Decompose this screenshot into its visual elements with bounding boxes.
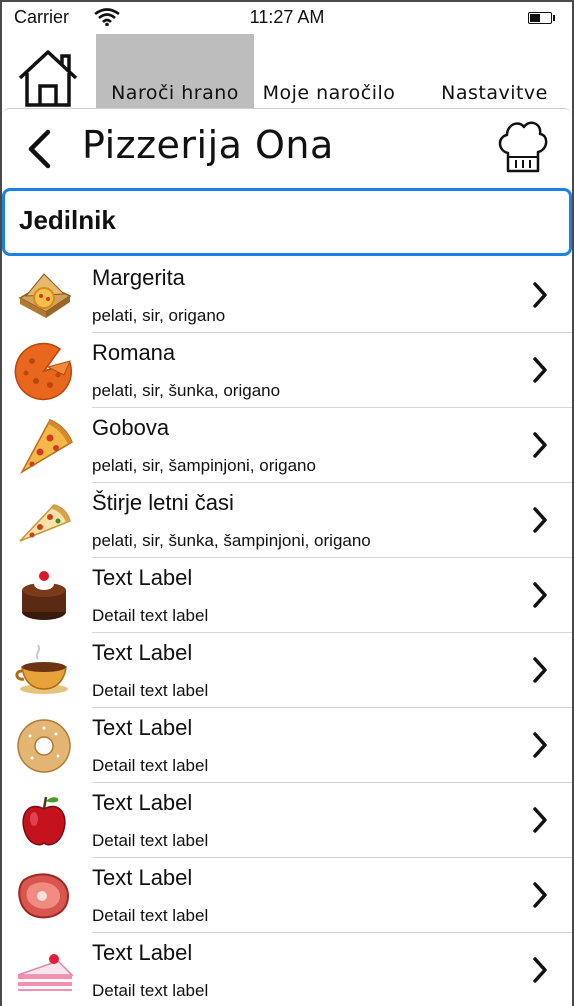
list-item[interactable]: Text Label Detail text label [2,783,572,858]
section-title: Jedilnik [19,205,116,235]
list-item[interactable]: Text Label Detail text label [2,633,572,708]
donut-icon [17,719,71,773]
pizza-box-icon [18,273,72,318]
list-item[interactable]: Text Label Detail text label [2,858,572,933]
cake-icon [22,571,66,620]
item-title: Margerita [92,265,185,290]
item-title: Text Label [92,715,193,740]
list-item[interactable]: Text Label Detail text label [2,933,572,1006]
list-item[interactable]: Gobova pelati, sir, šampinjoni, origano [2,408,572,483]
tab-label: Moje naročilo [262,82,396,104]
chevron-right-icon [533,807,547,833]
item-detail: pelati, sir, origano [92,306,226,325]
item-detail: Detail text label [92,681,209,700]
cake-slice-icon [17,954,74,991]
home-icon[interactable] [16,48,80,108]
section-header: Jedilnik [2,188,572,256]
item-detail: Detail text label [92,981,209,1000]
status-bar: Carrier 11:27 AM [2,2,572,32]
pizza-slice-icon [20,419,73,475]
tab-moje-narocilo[interactable]: Moje naročilo [254,34,404,108]
pizza-pie-icon [14,342,73,401]
item-title: Romana [92,340,176,365]
list-item[interactable]: Margerita pelati, sir, origano [2,258,572,333]
item-detail: Detail text label [92,906,209,925]
steak-icon [18,873,70,919]
item-title: Text Label [92,865,193,890]
app-screen: Carrier 11:27 AM Naroči hrano Moje naroč… [2,2,572,1006]
menu-list: Margerita pelati, sir, origano Romana pe… [2,258,572,1006]
pizza-slice-small-icon [19,504,71,542]
item-detail: Detail text label [92,756,209,775]
chevron-right-icon [533,657,547,683]
chevron-right-icon [533,357,547,383]
list-item[interactable]: Štirje letni časi pelati, sir, šunka, ša… [2,483,572,558]
item-detail: pelati, sir, šunka, origano [92,381,281,400]
item-detail: pelati, sir, šunka, šampinjoni, origano [92,531,371,550]
back-chevron-icon[interactable] [26,129,52,169]
tab-naroci-hrano[interactable]: Naroči hrano [96,34,254,108]
nav-header: Pizzerija Ona [2,108,572,189]
clock: 11:27 AM [249,7,325,27]
chevron-right-icon [533,282,547,308]
item-title: Gobova [92,415,170,440]
tab-label: Naroči hrano [111,82,239,104]
battery-icon [528,12,555,24]
item-title: Text Label [92,565,193,590]
item-detail: Detail text label [92,606,209,625]
coffee-cup-icon [15,644,68,694]
list-item[interactable]: Romana pelati, sir, šunka, origano [2,333,572,408]
chevron-right-icon [533,882,547,908]
chevron-right-icon [533,507,547,533]
chevron-right-icon [533,582,547,608]
tab-nastavitve[interactable]: Nastavitve [422,34,567,108]
tab-label: Nastavitve [441,82,548,104]
page-title: Pizzerija Ona [82,123,334,167]
item-title: Text Label [92,640,193,665]
chef-hat-icon[interactable] [496,117,548,175]
chevron-right-icon [533,732,547,758]
item-detail: Detail text label [92,831,209,850]
item-detail: pelati, sir, šampinjoni, origano [92,456,316,475]
item-title: Text Label [92,940,193,965]
chevron-right-icon [533,957,547,983]
top-tab-bar: Naroči hrano Moje naročilo Nastavitve [2,34,572,108]
list-item[interactable]: Text Label Detail text label [2,558,572,633]
chevron-right-icon [533,432,547,458]
item-title: Štirje letni časi [92,490,234,515]
apple-icon [22,796,66,846]
item-title: Text Label [92,790,193,815]
list-item[interactable]: Text Label Detail text label [2,708,572,783]
